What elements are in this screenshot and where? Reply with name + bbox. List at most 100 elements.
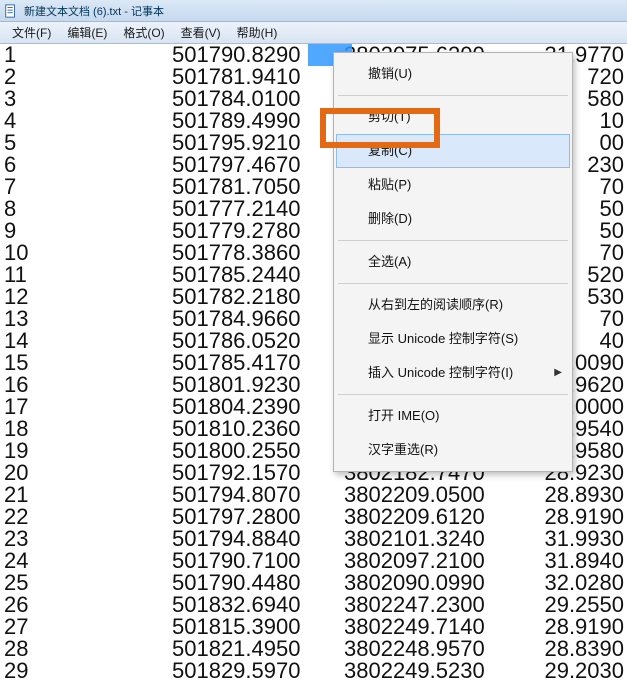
data-cell: 3802097.2100 <box>344 550 530 572</box>
ctxmenu-item-cut[interactable]: 剪切(T) <box>336 100 570 134</box>
data-cell: 501777.2140 <box>172 198 344 220</box>
data-cell: 501784.9660 <box>172 308 344 330</box>
line-number: 29 <box>0 660 172 682</box>
menu-help[interactable]: 帮助(H) <box>229 22 286 43</box>
data-cell: 3802249.7140 <box>344 616 530 638</box>
data-cell: 501797.4670 <box>172 154 344 176</box>
data-cell: 501810.2360 <box>172 418 344 440</box>
line-number: 13 <box>0 308 172 330</box>
line-number: 22 <box>0 506 172 528</box>
data-cell: 501795.9210 <box>172 132 344 154</box>
menu-format[interactable]: 格式(O) <box>115 22 172 43</box>
data-cell: 32.0280 <box>530 572 626 594</box>
menu-edit[interactable]: 编辑(E) <box>59 22 115 43</box>
line-number: 28 <box>0 638 172 660</box>
app-icon <box>4 4 18 18</box>
data-cell: 501804.2390 <box>172 396 344 418</box>
menu-file[interactable]: 文件(F) <box>4 22 59 43</box>
window-title: 新建文本文档 (6).txt - 记事本 <box>24 3 164 19</box>
ctxmenu-item-delete[interactable]: 删除(D) <box>336 202 570 236</box>
line-number: 1 <box>0 44 172 66</box>
data-cell: 31.9930 <box>530 528 626 550</box>
data-cell: 3802209.6120 <box>344 506 530 528</box>
data-cell: 501790.8290 <box>172 44 344 66</box>
table-row: 28501821.49503802248.957028.8390 <box>0 638 626 660</box>
ctxmenu-item-rtl[interactable]: 从右到左的阅读顺序(R) <box>336 288 570 322</box>
line-number: 7 <box>0 176 172 198</box>
data-cell: 29.2550 <box>530 594 626 616</box>
ctxmenu-item-ins-unicode[interactable]: 插入 Unicode 控制字符(I)▶ <box>336 356 570 390</box>
data-cell: 29.2030 <box>530 660 626 682</box>
ctxmenu-item-select-all[interactable]: 全选(A) <box>336 245 570 279</box>
data-cell: 501790.7100 <box>172 550 344 572</box>
ctxmenu-item-open-ime[interactable]: 打开 IME(O) <box>336 399 570 433</box>
table-row: 29501829.59703802249.523029.2030 <box>0 660 626 682</box>
data-cell: 3802249.5230 <box>344 660 530 682</box>
data-cell: 501801.9230 <box>172 374 344 396</box>
line-number: 24 <box>0 550 172 572</box>
data-cell: 501800.2550 <box>172 440 344 462</box>
line-number: 23 <box>0 528 172 550</box>
table-row: 21501794.80703802209.050028.8930 <box>0 484 626 506</box>
ctxmenu-item-undo[interactable]: 撤销(U) <box>336 57 570 91</box>
line-number: 17 <box>0 396 172 418</box>
data-cell: 501789.4990 <box>172 110 344 132</box>
table-row: 24501790.71003802097.210031.8940 <box>0 550 626 572</box>
table-row: 22501797.28003802209.612028.9190 <box>0 506 626 528</box>
data-cell: 501797.2800 <box>172 506 344 528</box>
data-cell: 501784.0100 <box>172 88 344 110</box>
line-number: 9 <box>0 220 172 242</box>
data-cell: 3802101.3240 <box>344 528 530 550</box>
line-number: 20 <box>0 462 172 484</box>
menu-view[interactable]: 查看(V) <box>173 22 229 43</box>
line-number: 15 <box>0 352 172 374</box>
line-number: 4 <box>0 110 172 132</box>
data-cell: 501794.8840 <box>172 528 344 550</box>
table-row: 27501815.39003802249.714028.9190 <box>0 616 626 638</box>
line-number: 12 <box>0 286 172 308</box>
line-number: 26 <box>0 594 172 616</box>
data-cell: 3802209.0500 <box>344 484 530 506</box>
data-cell: 501778.3860 <box>172 242 344 264</box>
data-cell: 31.8940 <box>530 550 626 572</box>
line-number: 18 <box>0 418 172 440</box>
ctxmenu-item-paste[interactable]: 粘贴(P) <box>336 168 570 202</box>
window-titlebar: 新建文本文档 (6).txt - 记事本 <box>0 0 627 22</box>
data-cell: 501792.1570 <box>172 462 344 484</box>
ctxmenu-separator <box>338 394 568 395</box>
data-cell: 501786.0520 <box>172 330 344 352</box>
table-row: 23501794.88403802101.324031.9930 <box>0 528 626 550</box>
data-cell: 501832.6940 <box>172 594 344 616</box>
line-number: 3 <box>0 88 172 110</box>
ctxmenu-item-show-unicode[interactable]: 显示 Unicode 控制字符(S) <box>336 322 570 356</box>
data-cell: 3802090.0990 <box>344 572 530 594</box>
data-cell: 501821.4950 <box>172 638 344 660</box>
data-cell: 501782.2180 <box>172 286 344 308</box>
text-editor-area[interactable]: 1501790.82903802075.620031.97702501781.9… <box>0 44 627 689</box>
ctxmenu-separator <box>338 283 568 284</box>
line-number: 8 <box>0 198 172 220</box>
ctxmenu-item-copy[interactable]: 复制(C) <box>336 134 570 168</box>
ctxmenu-separator <box>338 240 568 241</box>
data-cell: 501815.3900 <box>172 616 344 638</box>
table-row: 26501832.69403802247.230029.2550 <box>0 594 626 616</box>
data-cell: 28.9190 <box>530 616 626 638</box>
line-number: 14 <box>0 330 172 352</box>
data-cell: 501785.2440 <box>172 264 344 286</box>
data-cell: 28.9190 <box>530 506 626 528</box>
ctxmenu-item-reconvert[interactable]: 汉字重选(R) <box>336 433 570 467</box>
line-number: 25 <box>0 572 172 594</box>
data-cell: 501794.8070 <box>172 484 344 506</box>
table-row: 25501790.44803802090.099032.0280 <box>0 572 626 594</box>
submenu-arrow-icon: ▶ <box>554 362 562 384</box>
line-number: 16 <box>0 374 172 396</box>
line-number: 27 <box>0 616 172 638</box>
line-number: 5 <box>0 132 172 154</box>
line-number: 10 <box>0 242 172 264</box>
data-cell: 501829.5970 <box>172 660 344 682</box>
ctxmenu-separator <box>338 95 568 96</box>
data-cell: 501781.9410 <box>172 66 344 88</box>
data-cell: 28.8390 <box>530 638 626 660</box>
line-number: 19 <box>0 440 172 462</box>
line-number: 2 <box>0 66 172 88</box>
